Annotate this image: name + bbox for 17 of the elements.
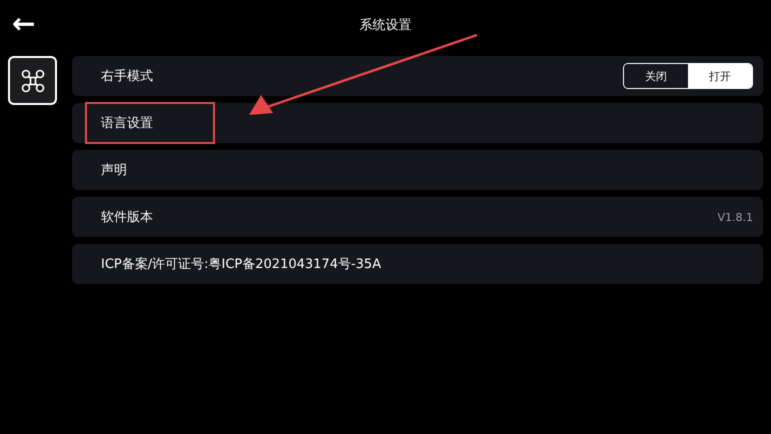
back-button[interactable]: ←	[8, 8, 40, 40]
settings-row[interactable]: 右手模式 关闭 打开	[72, 56, 763, 96]
version-text: V1.8.1	[717, 210, 753, 224]
row-label: 声明	[101, 162, 127, 180]
row-label: 右手模式	[101, 68, 153, 86]
settings-row[interactable]: 声明	[72, 150, 763, 190]
settings-row[interactable]: 语言设置	[72, 103, 763, 143]
toggle-option[interactable]: 打开	[688, 64, 752, 88]
highlighted-label: 语言设置	[87, 104, 213, 142]
settings-row[interactable]: 软件版本 V1.8.1	[72, 197, 763, 237]
settings-row[interactable]: ICP备案/许可证号:粤ICP备2021043174号-35A	[72, 244, 763, 284]
row-label: ICP备案/许可证号:粤ICP备2021043174号-35A	[101, 256, 382, 274]
row-label: 软件版本	[101, 209, 153, 227]
window-title: 系统设置	[360, 17, 412, 34]
toggle-switch[interactable]: 关闭 打开	[623, 63, 753, 89]
drone-icon	[20, 68, 46, 94]
drone-tab[interactable]	[8, 56, 57, 105]
